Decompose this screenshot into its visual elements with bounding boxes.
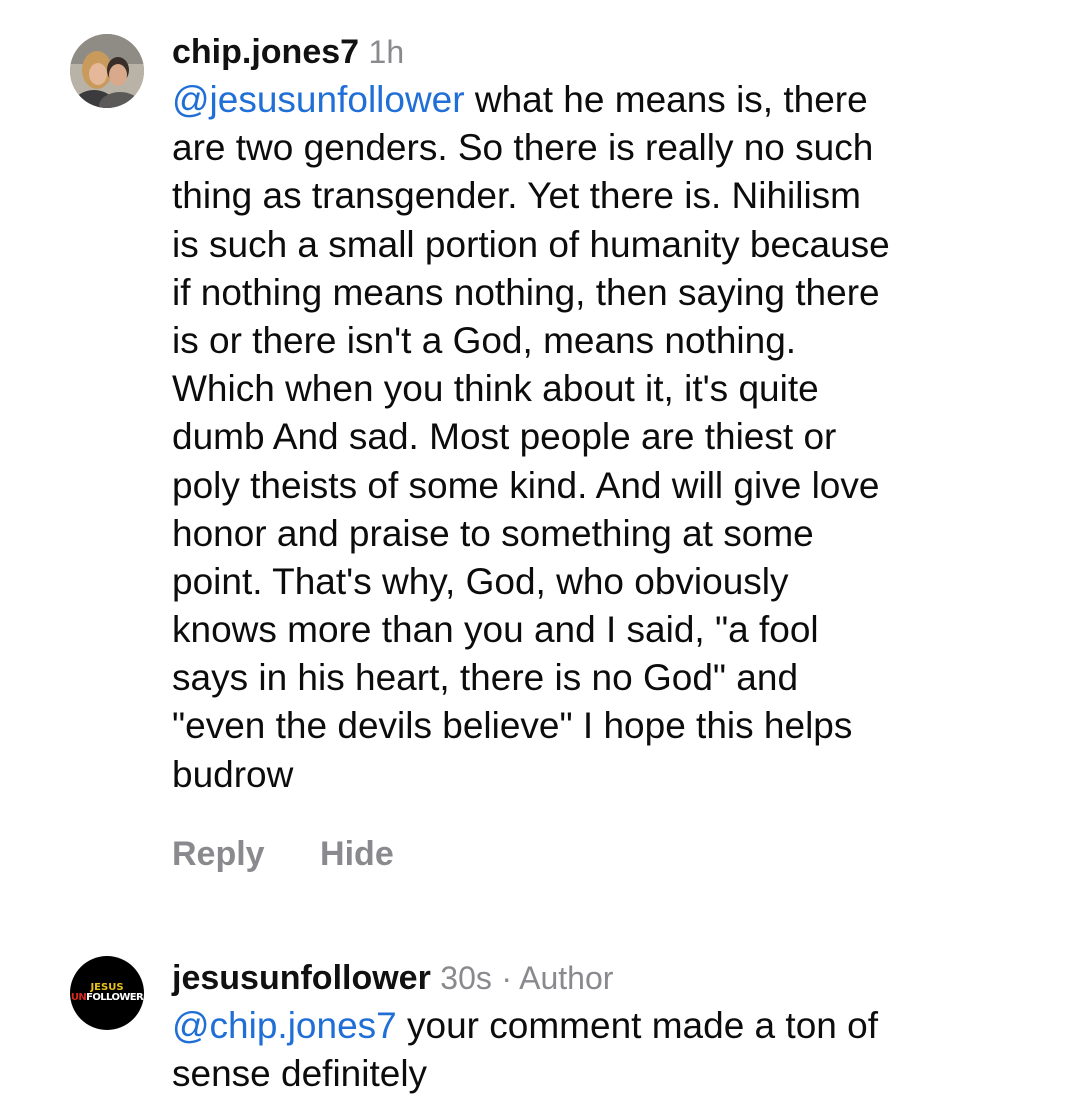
comment-line: sense definitely	[172, 1053, 428, 1095]
user-avatar[interactable]	[70, 34, 144, 108]
hide-button[interactable]: Hide	[320, 829, 394, 879]
comment-line: honor and praise to something at some	[172, 512, 814, 554]
comment-line: "even the devils believe" I hope this he…	[172, 705, 853, 747]
comment-line: are two genders. So there is really no s…	[172, 127, 874, 169]
comment-text: @jesusunfollower what he means is, there…	[172, 76, 1032, 799]
comment-line: if nothing means nothing, then saying th…	[172, 271, 880, 313]
comment-username[interactable]: chip.jones7	[172, 33, 359, 71]
author-avatar[interactable]: JESUS UNFOLLOWER	[70, 956, 144, 1030]
comment-line: thing as transgender. Yet there is. Nihi…	[172, 175, 861, 217]
comment-line: is such a small portion of humanity beca…	[172, 223, 890, 265]
comment-line: dumb And sad. Most people are thiest or	[172, 416, 837, 458]
author-badge: · Author	[501, 960, 614, 996]
comment-line: knows more than you and I said, "a fool	[172, 609, 819, 651]
comment-text: @chip.jones7 your comment made a ton of …	[172, 1002, 1032, 1098]
logo-line2: UNFOLLOWER	[70, 992, 144, 1003]
comment-username[interactable]: jesusunfollower	[172, 959, 431, 997]
reply-button[interactable]: Reply	[172, 829, 265, 879]
comment-timestamp: 30s	[440, 960, 492, 996]
avatar-photo-icon	[70, 34, 144, 108]
mention-link[interactable]: @chip.jones7	[172, 1005, 397, 1046]
comment-line: point. That's why, God, who obviously	[172, 560, 789, 602]
comment-actions: Reply Hide	[172, 829, 1032, 879]
comment-header: chip.jones7 1h	[172, 28, 1032, 76]
comment-content: chip.jones7 1h @jesusunfollower what he …	[172, 28, 1032, 879]
comment-line: poly theists of some kind. And will give…	[172, 464, 880, 506]
comment-line: says in his heart, there is no God" and	[172, 657, 799, 699]
comment-content: jesusunfollower 30s · Author @chip.jones…	[172, 954, 1032, 1098]
comment-line: Which when you think about it, it's quit…	[172, 368, 819, 410]
mention-link[interactable]: @jesusunfollower	[172, 79, 465, 120]
comment-line: @chip.jones7 your comment made a ton of	[172, 1005, 878, 1046]
comment-line: @jesusunfollower what he means is, there	[172, 79, 868, 120]
comment-line: is or there isn't a God, means nothing.	[172, 319, 797, 361]
comment-header: jesusunfollower 30s · Author	[172, 954, 1032, 1002]
comment-line: budrow	[172, 753, 294, 795]
comment-timestamp: 1h	[368, 34, 405, 70]
